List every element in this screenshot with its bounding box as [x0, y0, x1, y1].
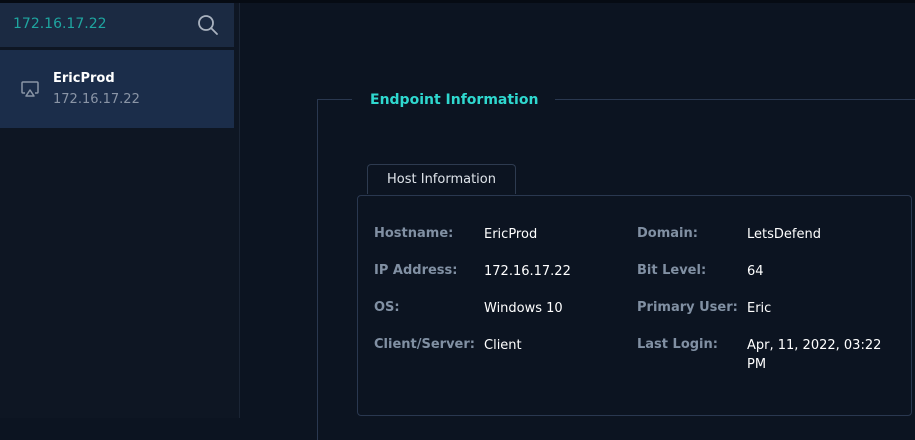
ip-address-label: IP Address: [374, 263, 458, 278]
client-server-value: Client [484, 338, 522, 353]
tab-host-information[interactable]: Host Information [367, 164, 516, 194]
hostname-value: EricProd [484, 227, 538, 242]
sidebar-item-ericprod[interactable]: EricProd 172.16.17.22 [0, 50, 234, 128]
primary-user-value: Eric [747, 301, 772, 316]
os-value: Windows 10 [484, 301, 563, 316]
domain-value: LetsDefend [747, 227, 821, 242]
ip-address-value: 172.16.17.22 [484, 264, 571, 279]
client-server-label: Client/Server: [374, 337, 475, 352]
section-title: Endpoint Information [352, 89, 556, 111]
bit-level-label: Bit Level: [637, 263, 707, 278]
hostname-label: Hostname: [374, 226, 454, 241]
last-login-value: Apr, 11, 2022, 03:22 PM [747, 338, 882, 372]
sidebar-item-ip: 172.16.17.22 [53, 92, 140, 107]
search-bar[interactable]: 172.16.17.22 [0, 3, 234, 47]
sidebar-item-name: EricProd [53, 71, 115, 86]
search-input[interactable]: 172.16.17.22 [13, 16, 107, 32]
host-info-panel: Hostname: EricProd IP Address: 172.16.17… [357, 195, 912, 416]
monitor-icon [21, 81, 39, 97]
domain-label: Domain: [637, 226, 698, 241]
primary-user-label: Primary User: [637, 300, 738, 315]
last-login-label: Last Login: [637, 337, 718, 352]
sidebar: 172.16.17.22 EricProd 172.16.17.22 [0, 3, 240, 418]
os-label: OS: [374, 300, 400, 315]
search-icon[interactable] [197, 14, 219, 36]
bit-level-value: 64 [747, 264, 764, 279]
